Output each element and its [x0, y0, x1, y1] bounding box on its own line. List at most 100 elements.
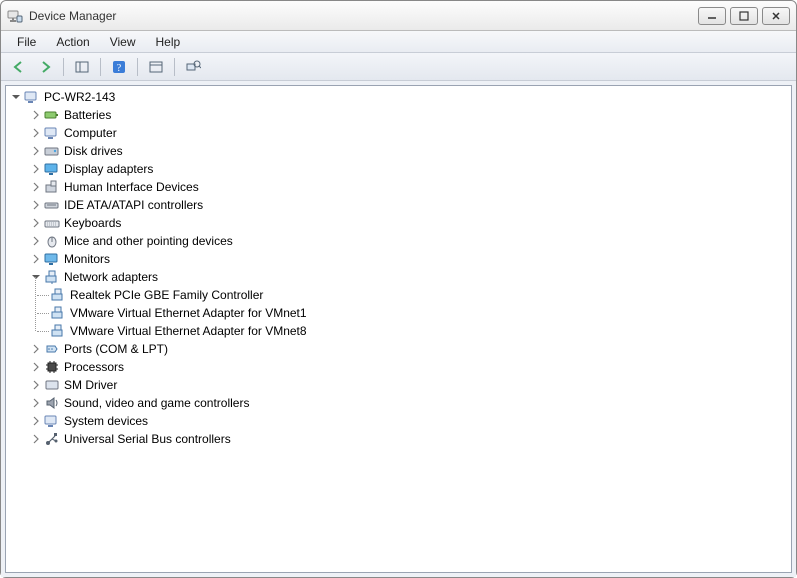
category-sound[interactable]: Sound, video and game controllers — [30, 394, 791, 412]
expand-icon[interactable] — [30, 253, 42, 265]
device-label: Realtek PCIe GBE Family Controller — [70, 288, 263, 302]
computer-icon — [44, 125, 60, 141]
category-label: SM Driver — [64, 378, 117, 392]
device-manager-app-icon — [7, 8, 23, 24]
menu-action[interactable]: Action — [46, 33, 99, 51]
close-button[interactable] — [762, 7, 790, 25]
category-label: Computer — [64, 126, 117, 140]
help-button[interactable]: ? — [107, 56, 131, 78]
category-label: Mice and other pointing devices — [64, 234, 233, 248]
network-device-icon — [50, 305, 66, 321]
category-label: Universal Serial Bus controllers — [64, 432, 231, 446]
network-icon — [44, 269, 60, 285]
expand-icon[interactable] — [30, 145, 42, 157]
back-button[interactable] — [7, 56, 31, 78]
maximize-button[interactable] — [730, 7, 758, 25]
category-mice[interactable]: Mice and other pointing devices — [30, 232, 791, 250]
display-icon — [44, 161, 60, 177]
battery-icon — [44, 107, 60, 123]
content-outer: PC-WR2-143 Batteries Computer — [1, 81, 796, 577]
scan-hardware-button[interactable] — [181, 56, 205, 78]
toolbar-separator — [100, 58, 101, 76]
category-batteries[interactable]: Batteries — [30, 106, 791, 124]
show-hide-tree-button[interactable] — [70, 56, 94, 78]
category-usb[interactable]: Universal Serial Bus controllers — [30, 430, 791, 448]
category-ports[interactable]: Ports (COM & LPT) — [30, 340, 791, 358]
device-network-item[interactable]: VMware Virtual Ethernet Adapter for VMne… — [50, 322, 791, 340]
category-label: Processors — [64, 360, 124, 374]
expand-icon[interactable] — [30, 127, 42, 139]
ports-icon — [44, 341, 60, 357]
window-title: Device Manager — [29, 9, 116, 23]
toolbar-separator — [137, 58, 138, 76]
category-network-adapters[interactable]: Network adapters — [30, 268, 791, 286]
device-tree-pane[interactable]: PC-WR2-143 Batteries Computer — [5, 85, 792, 573]
expand-icon[interactable] — [30, 343, 42, 355]
device-network-item[interactable]: VMware Virtual Ethernet Adapter for VMne… — [50, 304, 791, 322]
category-label: System devices — [64, 414, 148, 428]
disk-icon — [44, 143, 60, 159]
category-system-devices[interactable]: System devices — [30, 412, 791, 430]
mouse-icon — [44, 233, 60, 249]
device-label: VMware Virtual Ethernet Adapter for VMne… — [70, 306, 307, 320]
category-label: Ports (COM & LPT) — [64, 342, 168, 356]
hid-icon — [44, 179, 60, 195]
ide-icon — [44, 197, 60, 213]
expand-icon[interactable] — [30, 163, 42, 175]
category-label: IDE ATA/ATAPI controllers — [64, 198, 203, 212]
category-processors[interactable]: Processors — [30, 358, 791, 376]
monitor-icon — [44, 251, 60, 267]
category-keyboards[interactable]: Keyboards — [30, 214, 791, 232]
category-label: Keyboards — [64, 216, 121, 230]
keyboard-icon — [44, 215, 60, 231]
expand-icon[interactable] — [30, 181, 42, 193]
category-label: Monitors — [64, 252, 110, 266]
category-hid[interactable]: Human Interface Devices — [30, 178, 791, 196]
menu-help[interactable]: Help — [146, 33, 191, 51]
category-label: Human Interface Devices — [64, 180, 199, 194]
expand-icon[interactable] — [30, 415, 42, 427]
tree-root[interactable]: PC-WR2-143 — [10, 88, 791, 106]
sound-icon — [44, 395, 60, 411]
expand-icon[interactable] — [30, 379, 42, 391]
properties-button[interactable] — [144, 56, 168, 78]
expand-icon[interactable] — [30, 217, 42, 229]
category-sm-driver[interactable]: SM Driver — [30, 376, 791, 394]
device-network-item[interactable]: Realtek PCIe GBE Family Controller — [50, 286, 791, 304]
menubar: File Action View Help — [1, 31, 796, 53]
usb-icon — [44, 431, 60, 447]
expand-icon[interactable] — [30, 361, 42, 373]
titlebar: Device Manager — [1, 1, 796, 31]
minimize-button[interactable] — [698, 7, 726, 25]
expand-icon[interactable] — [30, 109, 42, 121]
category-ide[interactable]: IDE ATA/ATAPI controllers — [30, 196, 791, 214]
device-label: VMware Virtual Ethernet Adapter for VMne… — [70, 324, 307, 338]
category-label: Disk drives — [64, 144, 123, 158]
category-label: Sound, video and game controllers — [64, 396, 249, 410]
category-display-adapters[interactable]: Display adapters — [30, 160, 791, 178]
category-label: Network adapters — [64, 270, 158, 284]
category-computer[interactable]: Computer — [30, 124, 791, 142]
category-disk-drives[interactable]: Disk drives — [30, 142, 791, 160]
computer-root-icon — [24, 89, 40, 105]
network-device-icon — [50, 323, 66, 339]
driver-icon — [44, 377, 60, 393]
tree-root-label: PC-WR2-143 — [44, 90, 115, 104]
menu-file[interactable]: File — [7, 33, 46, 51]
expand-icon[interactable] — [30, 397, 42, 409]
collapse-icon[interactable] — [10, 91, 22, 103]
system-icon — [44, 413, 60, 429]
category-label: Batteries — [64, 108, 111, 122]
expand-icon[interactable] — [30, 433, 42, 445]
expand-icon[interactable] — [30, 235, 42, 247]
category-monitors[interactable]: Monitors — [30, 250, 791, 268]
forward-button[interactable] — [33, 56, 57, 78]
toolbar-separator — [63, 58, 64, 76]
expand-icon[interactable] — [30, 199, 42, 211]
menu-view[interactable]: View — [100, 33, 146, 51]
processor-icon — [44, 359, 60, 375]
toolbar-separator — [174, 58, 175, 76]
collapse-icon[interactable] — [30, 271, 42, 283]
svg-text:?: ? — [117, 63, 122, 74]
toolbar: ? — [1, 53, 796, 81]
